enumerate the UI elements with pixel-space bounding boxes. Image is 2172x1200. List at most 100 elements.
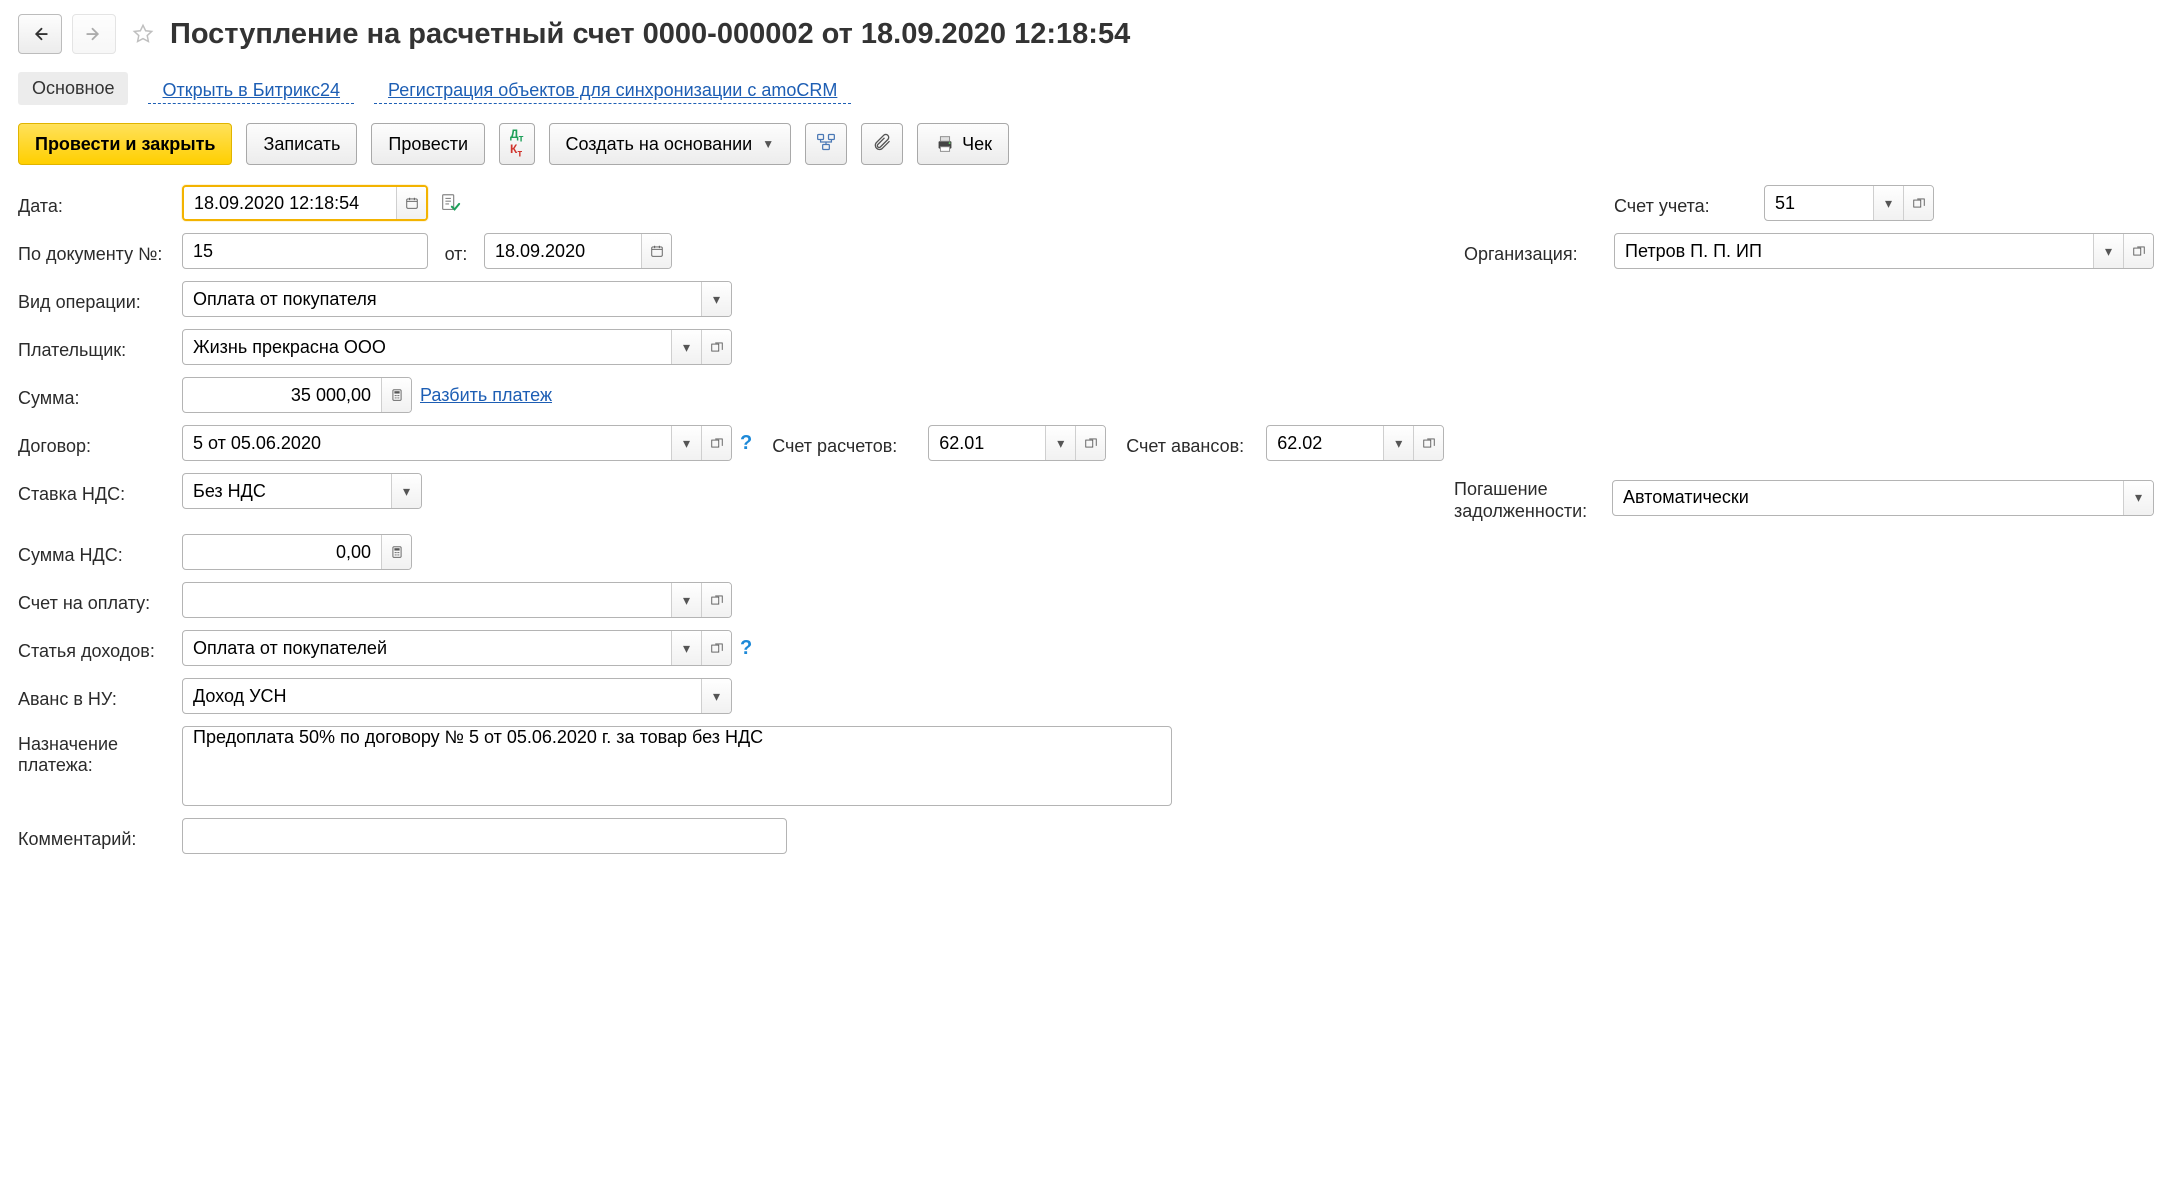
payer-input[interactable] bbox=[183, 330, 671, 364]
settlement-account-input[interactable] bbox=[929, 426, 1045, 460]
label-date: Дата: bbox=[18, 190, 174, 217]
organization-input[interactable] bbox=[1615, 234, 2093, 268]
calculator-icon[interactable] bbox=[381, 535, 411, 569]
income-article-dropdown[interactable] bbox=[671, 631, 701, 665]
label-advance-account: Счет авансов: bbox=[1126, 430, 1256, 457]
label-invoice: Счет на оплату: bbox=[18, 587, 174, 614]
label-income-article: Статья доходов: bbox=[18, 635, 174, 662]
create-based-on-button[interactable]: Создать на основании▼ bbox=[549, 123, 792, 165]
payer-dropdown[interactable] bbox=[671, 330, 701, 364]
prepayment-nu-input-wrap bbox=[182, 678, 732, 714]
contract-input-wrap bbox=[182, 425, 732, 461]
invoice-input-wrap bbox=[182, 582, 732, 618]
settlement-account-input-wrap bbox=[928, 425, 1106, 461]
save-button[interactable]: Записать bbox=[246, 123, 357, 165]
doc-no-input[interactable] bbox=[183, 234, 427, 268]
vat-rate-input[interactable] bbox=[183, 474, 391, 508]
help-icon[interactable]: ? bbox=[740, 432, 752, 455]
prepayment-nu-dropdown[interactable] bbox=[701, 679, 731, 713]
advance-account-dropdown[interactable] bbox=[1383, 426, 1413, 460]
contract-open-icon[interactable] bbox=[701, 426, 731, 460]
tab-open-bitrix24[interactable]: Открыть в Битрикс24 bbox=[148, 74, 354, 104]
label-settlement-account: Счет расчетов: bbox=[772, 430, 918, 457]
label-payer: Плательщик: bbox=[18, 334, 174, 361]
account-open-icon[interactable] bbox=[1903, 186, 1933, 220]
structure-button[interactable] bbox=[805, 123, 847, 165]
comment-input[interactable] bbox=[183, 819, 786, 853]
label-op-type: Вид операции: bbox=[18, 286, 174, 313]
tab-main[interactable]: Основное bbox=[18, 72, 128, 105]
doc-date-input[interactable] bbox=[485, 234, 641, 268]
invoice-open-icon[interactable] bbox=[701, 583, 731, 617]
printer-icon bbox=[934, 133, 956, 155]
payer-open-icon[interactable] bbox=[701, 330, 731, 364]
advance-account-input-wrap bbox=[1266, 425, 1444, 461]
post-button[interactable]: Провести bbox=[371, 123, 485, 165]
invoice-input[interactable] bbox=[183, 583, 671, 617]
doc-no-input-wrap bbox=[182, 233, 428, 269]
calendar-icon[interactable] bbox=[641, 234, 671, 268]
op-type-dropdown[interactable] bbox=[701, 282, 731, 316]
date-input[interactable] bbox=[184, 187, 396, 219]
date-input-wrap bbox=[182, 185, 428, 221]
page-title: Поступление на расчетный счет 0000-00000… bbox=[170, 18, 1130, 51]
label-sum: Сумма: bbox=[18, 382, 174, 409]
debit-credit-button[interactable]: ДтКт bbox=[499, 123, 534, 165]
calendar-icon[interactable] bbox=[396, 187, 426, 219]
label-prepayment-nu: Аванс в НУ: bbox=[18, 683, 174, 710]
split-payment-link[interactable]: Разбить платеж bbox=[420, 385, 552, 406]
label-account: Счет учета: bbox=[1614, 190, 1754, 217]
doc-date-input-wrap bbox=[484, 233, 672, 269]
nav-back-button[interactable] bbox=[18, 14, 62, 54]
income-article-open-icon[interactable] bbox=[701, 631, 731, 665]
purpose-input-wrap bbox=[182, 726, 1172, 806]
op-type-input-wrap bbox=[182, 281, 732, 317]
income-article-input-wrap bbox=[182, 630, 732, 666]
vat-rate-input-wrap bbox=[182, 473, 422, 509]
prepayment-nu-input[interactable] bbox=[183, 679, 701, 713]
vat-rate-dropdown[interactable] bbox=[391, 474, 421, 508]
label-from: от: bbox=[436, 238, 476, 265]
calculator-icon[interactable] bbox=[381, 378, 411, 412]
create-based-on-label: Создать на основании bbox=[566, 134, 753, 155]
label-vat-sum: Сумма НДС: bbox=[18, 539, 174, 566]
op-type-input[interactable] bbox=[183, 282, 701, 316]
help-icon[interactable]: ? bbox=[740, 637, 752, 660]
contract-input[interactable] bbox=[183, 426, 671, 460]
cheque-label: Чек bbox=[962, 134, 992, 155]
label-comment: Комментарий: bbox=[18, 823, 174, 850]
post-and-close-button[interactable]: Провести и закрыть bbox=[18, 123, 232, 165]
attachments-button[interactable] bbox=[861, 123, 903, 165]
label-doc-no: По документу №: bbox=[18, 238, 174, 265]
sum-input[interactable] bbox=[183, 378, 381, 412]
paperclip-icon bbox=[872, 132, 892, 157]
advance-account-open-icon[interactable] bbox=[1413, 426, 1443, 460]
tree-icon bbox=[816, 132, 836, 157]
account-input-wrap bbox=[1764, 185, 1934, 221]
purpose-textarea[interactable] bbox=[183, 727, 1171, 805]
contract-dropdown[interactable] bbox=[671, 426, 701, 460]
label-organization: Организация: bbox=[1464, 238, 1604, 265]
organization-dropdown[interactable] bbox=[2093, 234, 2123, 268]
label-vat-rate: Ставка НДС: bbox=[18, 478, 174, 505]
debt-repayment-dropdown[interactable] bbox=[2123, 481, 2153, 515]
print-cheque-button[interactable]: Чек bbox=[917, 123, 1009, 165]
settlement-account-dropdown[interactable] bbox=[1045, 426, 1075, 460]
advance-account-input[interactable] bbox=[1267, 426, 1383, 460]
favorite-star-button[interactable] bbox=[126, 17, 160, 51]
label-contract: Договор: bbox=[18, 430, 174, 457]
account-dropdown[interactable] bbox=[1873, 186, 1903, 220]
comment-input-wrap bbox=[182, 818, 787, 854]
debt-repayment-input[interactable] bbox=[1613, 481, 2123, 515]
settlement-account-open-icon[interactable] bbox=[1075, 426, 1105, 460]
income-article-input[interactable] bbox=[183, 631, 671, 665]
organization-open-icon[interactable] bbox=[2123, 234, 2153, 268]
sum-input-wrap bbox=[182, 377, 412, 413]
tab-amocrm-sync[interactable]: Регистрация объектов для синхронизации с… bbox=[374, 74, 851, 104]
payer-input-wrap bbox=[182, 329, 732, 365]
dtkt-icon: ДтКт bbox=[510, 129, 523, 160]
vat-sum-input[interactable] bbox=[183, 535, 381, 569]
debt-repayment-input-wrap bbox=[1612, 480, 2154, 516]
account-input[interactable] bbox=[1765, 186, 1873, 220]
invoice-dropdown[interactable] bbox=[671, 583, 701, 617]
